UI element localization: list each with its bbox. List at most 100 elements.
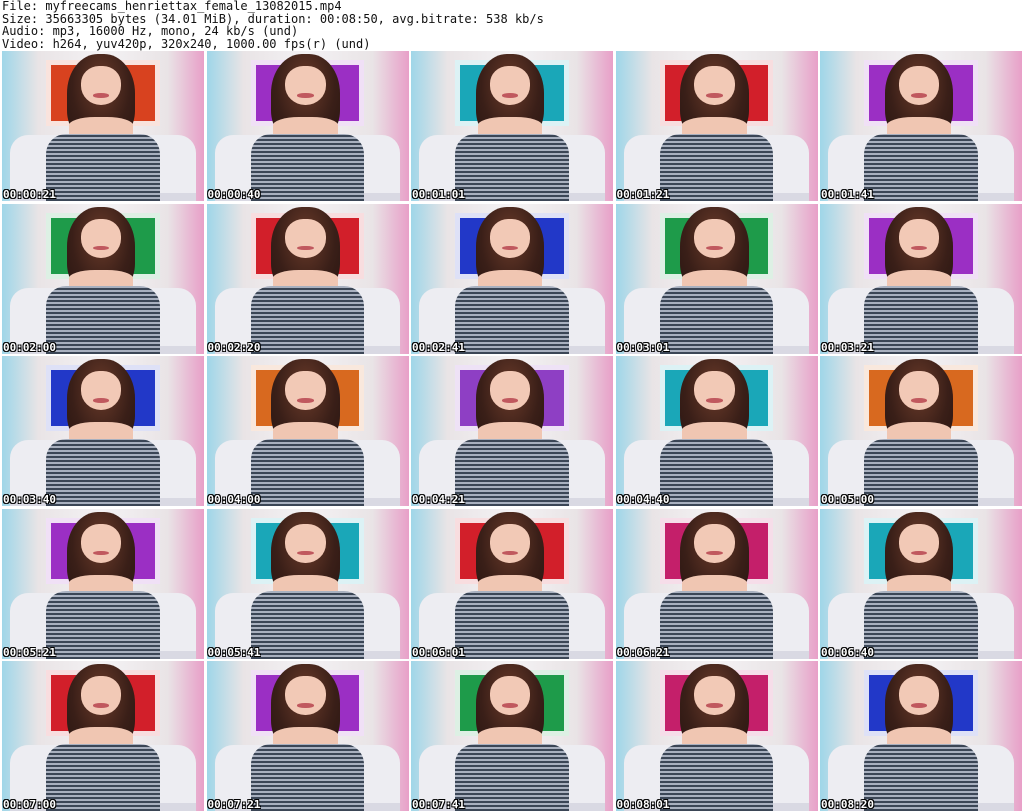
striped-shirt: [46, 743, 160, 811]
person-face: [694, 523, 735, 563]
timestamp-label: 00:07:21: [207, 798, 261, 811]
striped-shirt: [864, 438, 978, 506]
person-lips: [92, 245, 110, 250]
timestamp-label: 00:03:21: [821, 340, 874, 354]
person-lips: [501, 703, 519, 708]
timestamp-label: 00:05:00: [821, 493, 874, 506]
person-lips: [297, 703, 314, 708]
person-face: [285, 66, 326, 105]
person-lips: [501, 93, 519, 98]
striped-shirt: [455, 743, 569, 811]
striped-shirt: [250, 743, 365, 811]
video-thumbnail: 00:05:21: [2, 508, 204, 659]
person-face: [898, 523, 940, 563]
person-lips: [297, 398, 314, 403]
thumbnail-grid: 00:00:21 00:00:40 00:01:01 00:01:21 00:01:41…: [2, 51, 1022, 811]
person-lips: [297, 245, 314, 250]
person-face: [898, 218, 940, 258]
file-name-line: File: myfreecams_henriettax_female_13082…: [2, 0, 342, 13]
striped-shirt: [659, 286, 774, 354]
timestamp-label: 00:04:00: [207, 493, 261, 506]
video-thumbnail: 00:08:20: [820, 661, 1022, 811]
person-lips: [910, 550, 928, 555]
striped-shirt: [250, 133, 365, 201]
striped-shirt: [46, 438, 160, 506]
person-lips: [92, 398, 110, 403]
striped-shirt: [864, 286, 978, 354]
video-thumbnail: 00:07:21: [206, 661, 409, 811]
person-face: [285, 371, 326, 410]
person-face: [489, 218, 531, 258]
striped-shirt: [864, 133, 978, 201]
timestamp-label: 00:06:21: [616, 645, 670, 659]
timestamp-label: 00:02:20: [207, 340, 261, 354]
person-face: [489, 66, 531, 105]
person-lips: [501, 245, 519, 250]
striped-shirt: [864, 591, 978, 659]
striped-shirt: [659, 438, 774, 506]
person-face: [898, 371, 940, 410]
video-thumbnail: 00:01:21: [615, 51, 818, 201]
video-thumbnail: 00:01:41: [820, 51, 1022, 201]
video-thumbnail: 00:04:00: [206, 356, 409, 506]
video-thumbnail: 00:04:21: [411, 356, 613, 506]
video-info-line: Video: h264, yuv420p, 320x240, 1000.00 f…: [2, 36, 371, 51]
striped-shirt: [46, 591, 160, 659]
person-face: [80, 66, 122, 105]
person-lips: [92, 550, 110, 555]
person-lips: [297, 93, 314, 98]
video-thumbnail: 00:03:01: [615, 203, 818, 354]
timestamp-label: 00:04:40: [616, 493, 670, 506]
striped-shirt: [864, 743, 978, 811]
person-lips: [706, 398, 723, 403]
video-thumbnail: 00:02:20: [206, 203, 409, 354]
person-face: [80, 523, 122, 563]
person-face: [285, 218, 326, 258]
timestamp-label: 00:00:40: [207, 188, 261, 201]
timestamp-label: 00:05:21: [3, 645, 56, 659]
person-lips: [706, 245, 723, 250]
timestamp-label: 00:03:01: [616, 340, 670, 354]
person-lips: [706, 93, 723, 98]
person-face: [489, 523, 531, 563]
video-thumbnail: 00:03:40: [2, 356, 204, 506]
video-thumbnail: 00:03:21: [820, 203, 1022, 354]
striped-shirt: [455, 133, 569, 201]
striped-shirt: [46, 286, 160, 354]
person-lips: [706, 550, 723, 555]
striped-shirt: [659, 133, 774, 201]
timestamp-label: 00:07:41: [412, 798, 465, 811]
person-lips: [910, 245, 928, 250]
timestamp-label: 00:02:41: [412, 340, 465, 354]
person-face: [80, 218, 122, 258]
person-lips: [910, 93, 928, 98]
person-face: [898, 66, 940, 105]
video-thumbnail: 00:02:41: [411, 203, 613, 354]
video-thumbnail: 00:00:21: [2, 51, 204, 201]
timestamp-label: 00:01:01: [412, 188, 465, 201]
video-thumbnail: 00:06:40: [820, 508, 1022, 659]
timestamp-label: 00:08:01: [616, 798, 670, 811]
person-face: [694, 676, 735, 715]
timestamp-label: 00:05:41: [207, 645, 261, 659]
striped-shirt: [250, 438, 365, 506]
striped-shirt: [659, 743, 774, 811]
striped-shirt: [455, 286, 569, 354]
striped-shirt: [659, 591, 774, 659]
person-face: [694, 66, 735, 105]
person-face: [489, 371, 531, 410]
person-face: [694, 218, 735, 258]
person-lips: [910, 703, 928, 708]
video-thumbnail: 00:01:01: [411, 51, 613, 201]
person-lips: [910, 398, 928, 403]
striped-shirt: [455, 591, 569, 659]
timestamp-label: 00:01:21: [616, 188, 670, 201]
striped-shirt: [250, 591, 365, 659]
person-face: [489, 676, 531, 715]
person-face: [80, 676, 122, 715]
striped-shirt: [455, 438, 569, 506]
striped-shirt: [250, 286, 365, 354]
person-lips: [92, 93, 110, 98]
video-thumbnail: 00:06:21: [615, 508, 818, 659]
person-lips: [501, 398, 519, 403]
